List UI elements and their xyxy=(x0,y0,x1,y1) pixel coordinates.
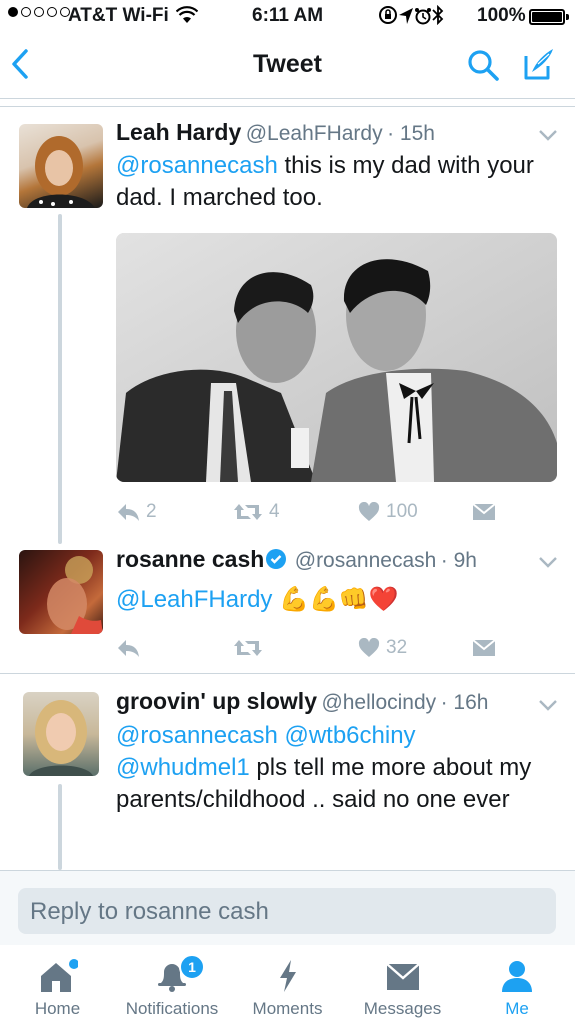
display-name[interactable]: Leah Hardy xyxy=(116,119,241,145)
tab-label: Moments xyxy=(252,999,323,1018)
compose-tweet-button[interactable] xyxy=(522,46,556,87)
chevron-down-icon[interactable] xyxy=(538,699,558,711)
search-button[interactable] xyxy=(466,48,500,87)
chevron-down-icon[interactable] xyxy=(538,556,558,568)
mention-links[interactable]: @rosannecash @wtb6chiny xyxy=(116,722,416,749)
tweet-text: @rosannecash @wtb6chiny @whudmel1 pls tel… xyxy=(116,722,532,813)
like-button[interactable]: 32 xyxy=(358,637,407,659)
direct-message-button[interactable] xyxy=(472,503,496,521)
wifi-icon xyxy=(175,6,199,30)
person-icon xyxy=(500,959,534,998)
like-count: 32 xyxy=(386,637,408,658)
search-icon xyxy=(468,50,499,81)
tab-messages[interactable]: Messages xyxy=(350,945,455,1024)
reply-icon xyxy=(118,640,139,657)
tab-bar: Home 1 Notifications Moments Messages Me xyxy=(0,945,575,1024)
tab-notifications[interactable]: 1 Notifications xyxy=(112,945,232,1024)
like-count: 100 xyxy=(386,501,418,522)
display-name[interactable]: rosanne cash xyxy=(116,546,264,572)
mention-link[interactable]: @LeahFHardy xyxy=(116,586,272,613)
reply-icon xyxy=(118,504,139,521)
alarm-icon xyxy=(415,8,431,25)
mention-link[interactable]: @rosannecash xyxy=(116,152,278,179)
reply-input[interactable]: Reply to rosanne cash xyxy=(18,888,556,934)
tab-moments[interactable]: Moments xyxy=(240,945,335,1024)
status-bar: AT&T Wi-Fi 6:11 AM 100% xyxy=(0,0,575,34)
reply-count: 2 xyxy=(146,501,157,522)
reply-composer: Reply to rosanne cash xyxy=(0,870,575,946)
divider xyxy=(0,673,575,674)
envelope-icon xyxy=(472,639,496,656)
carrier-label: AT&T Wi-Fi xyxy=(68,5,169,26)
avatar[interactable] xyxy=(19,550,103,634)
reply-button[interactable]: 2 xyxy=(116,501,157,523)
direct-message-button[interactable] xyxy=(472,639,496,657)
avatar[interactable] xyxy=(23,692,99,776)
tweet-photo[interactable] xyxy=(116,233,557,482)
tweet-actions: 32 xyxy=(116,633,516,663)
mention-link[interactable]: @whudmel1 xyxy=(116,754,250,781)
tweet-timestamp: · 16h xyxy=(440,691,489,714)
tweet-actions: 2 4 100 xyxy=(116,497,516,527)
tab-label: Me xyxy=(505,999,529,1018)
envelope-icon xyxy=(385,959,420,996)
retweet-button[interactable] xyxy=(233,637,263,659)
lightning-icon xyxy=(277,959,299,998)
envelope-icon xyxy=(472,503,496,520)
tweet-timestamp: · 9h xyxy=(440,549,477,572)
user-handle[interactable]: @rosannecash xyxy=(295,549,437,572)
tab-label: Messages xyxy=(363,999,442,1018)
display-name[interactable]: groovin' up slowly xyxy=(116,688,317,714)
avatar[interactable] xyxy=(19,124,103,208)
location-icon xyxy=(399,8,413,24)
verified-badge-icon xyxy=(266,549,287,569)
battery-icon xyxy=(529,9,565,25)
tab-me[interactable]: Me xyxy=(478,945,556,1024)
notification-badge: 1 xyxy=(179,954,205,980)
reply-button[interactable] xyxy=(116,638,140,658)
heart-icon xyxy=(358,502,380,521)
user-handle[interactable]: @LeahFHardy xyxy=(246,122,383,145)
rotation-lock-icon xyxy=(379,6,397,24)
divider xyxy=(0,106,575,107)
tab-label: Home xyxy=(34,999,81,1018)
chevron-down-icon[interactable] xyxy=(538,129,558,141)
tweet-timestamp: · 15h xyxy=(387,122,435,145)
retweet-button[interactable]: 4 xyxy=(233,501,280,523)
retweet-count: 4 xyxy=(269,501,280,522)
navigation-bar: Tweet xyxy=(0,34,575,99)
tweet-text: @LeahFHardy 💪💪👊❤️ xyxy=(116,586,399,613)
status-icons xyxy=(378,4,444,27)
clock: 6:11 AM xyxy=(252,5,324,26)
retweet-icon xyxy=(234,504,262,520)
tab-home[interactable]: Home xyxy=(10,945,105,1024)
thread-connector xyxy=(58,784,62,870)
battery-percent: 100% xyxy=(477,5,526,26)
home-icon xyxy=(38,959,79,998)
bluetooth-icon xyxy=(432,4,444,26)
retweet-icon xyxy=(234,640,262,656)
compose-icon xyxy=(524,49,553,80)
user-handle[interactable]: @hellocindy xyxy=(321,691,436,714)
heart-icon xyxy=(358,638,380,657)
thread-connector xyxy=(58,214,62,544)
tab-label: Notifications xyxy=(125,999,219,1018)
tweet-text: @rosannecash this is my dad with your da… xyxy=(116,152,534,211)
like-button[interactable]: 100 xyxy=(358,501,418,523)
signal-strength-icon xyxy=(8,7,70,17)
